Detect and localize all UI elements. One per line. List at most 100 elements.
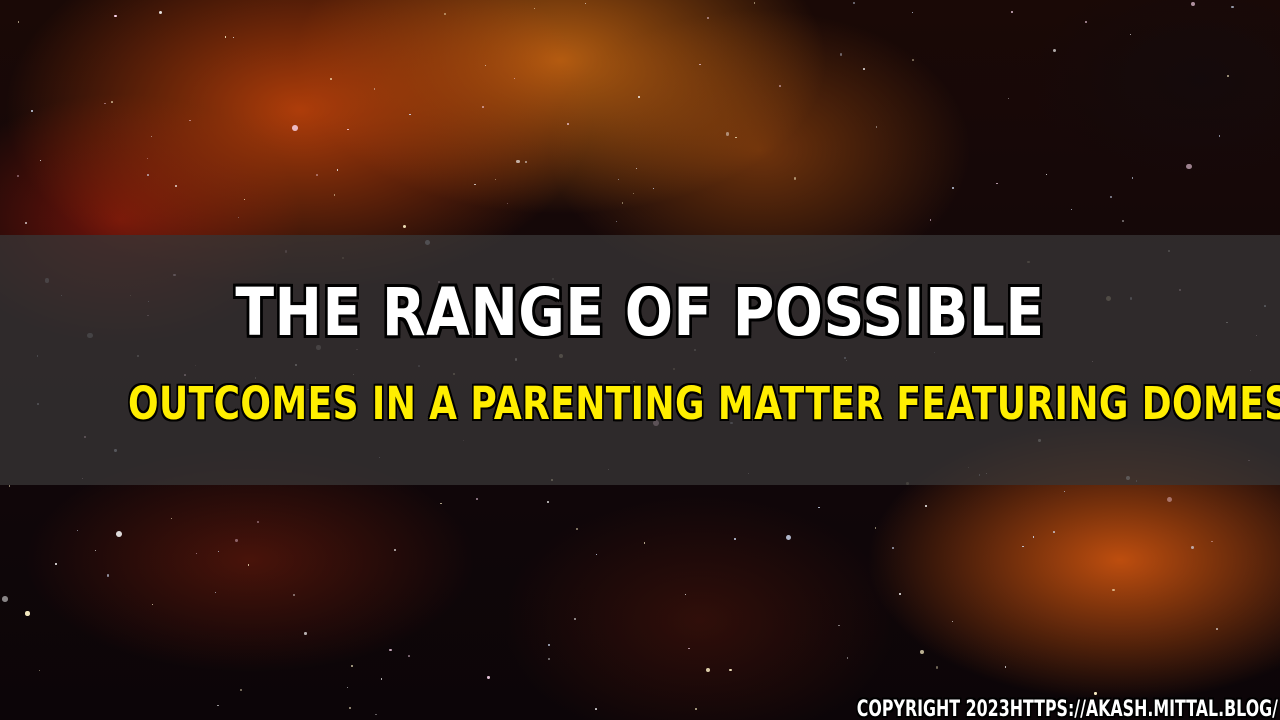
star	[840, 53, 843, 56]
star	[621, 202, 624, 204]
star	[615, 220, 617, 223]
star	[389, 648, 392, 652]
star	[1227, 74, 1229, 77]
star	[1131, 176, 1134, 179]
star	[1064, 491, 1066, 493]
star	[694, 707, 698, 711]
star	[316, 174, 318, 176]
star	[55, 563, 57, 565]
star	[874, 527, 877, 529]
star	[256, 520, 259, 523]
star	[1045, 174, 1047, 176]
star	[1011, 11, 1014, 14]
star	[114, 14, 117, 18]
star	[330, 78, 333, 81]
star	[1053, 531, 1055, 533]
star	[1112, 588, 1115, 592]
star	[929, 219, 932, 222]
star	[38, 669, 40, 671]
star	[729, 668, 732, 671]
star	[393, 548, 396, 551]
star	[351, 665, 354, 668]
star	[638, 95, 641, 98]
star	[347, 128, 349, 131]
star	[838, 624, 840, 627]
star	[1190, 1, 1196, 6]
star	[733, 537, 736, 540]
star	[567, 123, 569, 125]
star	[1122, 220, 1125, 223]
star	[584, 2, 587, 5]
star	[40, 159, 42, 161]
star	[291, 125, 298, 132]
star	[862, 68, 865, 70]
star	[474, 183, 476, 185]
star	[653, 187, 655, 190]
star	[846, 657, 848, 659]
star	[484, 64, 487, 67]
star	[793, 177, 797, 180]
star	[482, 106, 484, 108]
star	[224, 35, 227, 38]
star	[17, 175, 20, 178]
star	[1231, 5, 1234, 8]
star	[487, 676, 490, 679]
star	[304, 632, 307, 635]
star	[440, 503, 442, 505]
star	[175, 184, 178, 187]
star	[333, 193, 336, 196]
star	[632, 192, 634, 194]
star	[951, 621, 953, 623]
star	[688, 647, 690, 650]
headline-line-2: OUTCOMES IN A PARENTING MATTER FEATURING…	[128, 377, 1280, 430]
star	[891, 546, 894, 549]
star	[158, 10, 163, 15]
star	[595, 554, 598, 556]
star	[506, 202, 509, 205]
copyright-text: COPYRIGHT 2023HTTPS://AKASH.MITTAL.BLOG/	[856, 697, 1278, 720]
star	[106, 574, 110, 577]
star	[152, 604, 154, 606]
star	[17, 21, 20, 23]
star	[595, 708, 597, 710]
star	[818, 506, 820, 509]
star	[375, 713, 377, 716]
star	[514, 77, 516, 80]
star	[293, 593, 296, 597]
star	[533, 8, 535, 10]
star	[573, 617, 577, 621]
star	[547, 658, 550, 661]
star	[618, 179, 620, 181]
star	[1007, 97, 1010, 100]
star	[1053, 49, 1057, 53]
star	[237, 217, 239, 219]
star	[111, 101, 113, 103]
star	[346, 686, 348, 689]
star	[170, 517, 173, 519]
star	[77, 530, 79, 532]
star	[1032, 536, 1035, 538]
star	[899, 592, 902, 596]
star	[996, 182, 998, 185]
space-background: THE RANGE OF POSSIBLE OUTCOMES IN A PARE…	[0, 0, 1280, 720]
star	[779, 85, 781, 88]
star	[380, 678, 383, 680]
star	[1190, 545, 1195, 550]
star	[705, 667, 711, 673]
star	[1211, 540, 1213, 543]
star	[407, 654, 410, 657]
star	[1216, 628, 1219, 631]
star	[215, 592, 217, 594]
star	[643, 542, 646, 544]
star	[853, 2, 856, 5]
star	[735, 136, 737, 139]
star	[373, 88, 376, 90]
star	[548, 644, 550, 646]
star	[94, 549, 96, 552]
star	[952, 186, 955, 189]
star	[217, 704, 219, 707]
star	[725, 132, 730, 136]
star	[146, 157, 149, 160]
star	[635, 168, 637, 170]
star	[31, 110, 33, 112]
